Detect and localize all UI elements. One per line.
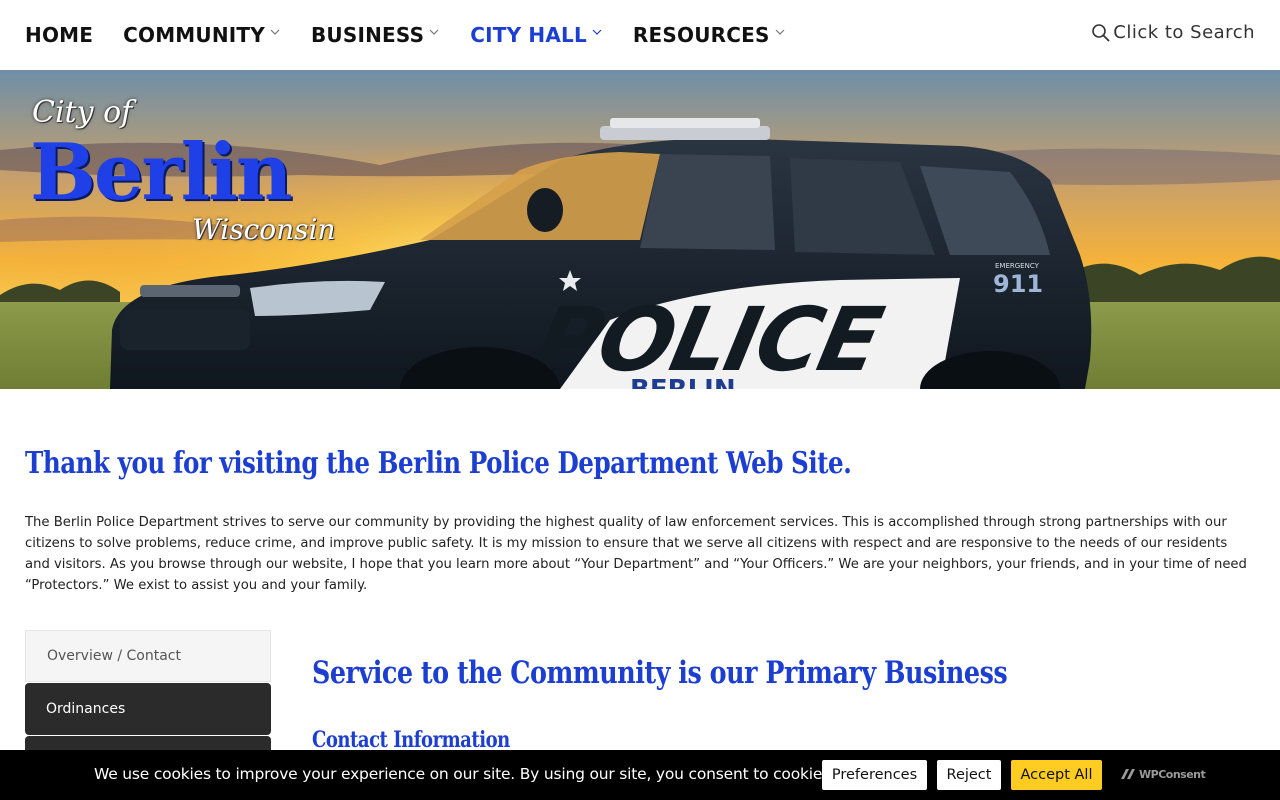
car-berlin-text: BERLIN [630,375,736,389]
nav-item-home[interactable]: HOME [25,23,93,47]
sidebar-item-label: Overview / Contact [47,648,181,664]
logo-city-name: Berlin [30,127,293,218]
page-title: Thank you for visiting the Berlin Police… [25,446,852,481]
intro-paragraph: The Berlin Police Department strives to … [25,515,1247,593]
car-emergency-label: EMERGENCY [995,262,1040,270]
hero-banner: EMERGENCY 911 POLICE BERLIN City of Berl… [0,70,1280,389]
cookie-accept-all-button[interactable]: Accept All [1011,760,1102,790]
chevron-down-icon [270,29,280,35]
logo-state-name: Wisconsin [192,213,336,246]
nav-item-resources[interactable]: RESOURCES [633,23,786,47]
logo-city-of: City of [32,95,133,130]
search-icon [1092,23,1110,42]
cookie-reject-button[interactable]: Reject [937,760,1001,790]
chevron-down-icon [775,29,785,35]
nav-label: CITY HALL [470,23,587,47]
main-menu: HOME COMMUNITY BUSINESS CITY HALL RESOUR… [0,0,816,70]
nav-item-business[interactable]: BUSINESS [311,23,440,47]
chevron-down-icon [429,29,439,35]
sidebar-item-ordinances[interactable]: Ordinances [25,683,271,735]
nav-label: RESOURCES [632,23,770,47]
wpconsent-brand-name: WPConsent [1139,767,1206,781]
search-button[interactable]: Click to Search [1091,22,1255,43]
nav-label: HOME [25,23,94,47]
sidebar-item-overview-contact[interactable]: Overview / Contact [25,630,271,682]
search-label: Click to Search [1113,22,1255,43]
cookie-preferences-button[interactable]: Preferences [822,760,927,790]
cookie-message: We use cookies to improve your experienc… [94,765,835,783]
nav-item-community[interactable]: COMMUNITY [123,23,281,47]
top-navigation: HOME COMMUNITY BUSINESS CITY HALL RESOUR… [0,0,1280,70]
wpconsent-brand[interactable]: WPConsent [1120,767,1206,781]
car-police-text: POLICE [527,288,891,389]
sidebar-item-label: Ordinances [46,701,126,717]
chevron-down-icon [592,29,602,35]
city-logo[interactable]: City of Berlin Wisconsin [30,95,336,265]
nav-item-city-hall[interactable]: CITY HALL [470,23,603,47]
wpconsent-logo-icon [1121,769,1135,779]
section-title: Service to the Community is our Primary … [312,655,1008,691]
car-emergency-number: 911 [993,270,1043,298]
nav-label: BUSINESS [310,23,425,47]
nav-label: COMMUNITY [123,23,265,47]
cookie-consent-bar: We use cookies to improve your experienc… [0,750,1280,800]
